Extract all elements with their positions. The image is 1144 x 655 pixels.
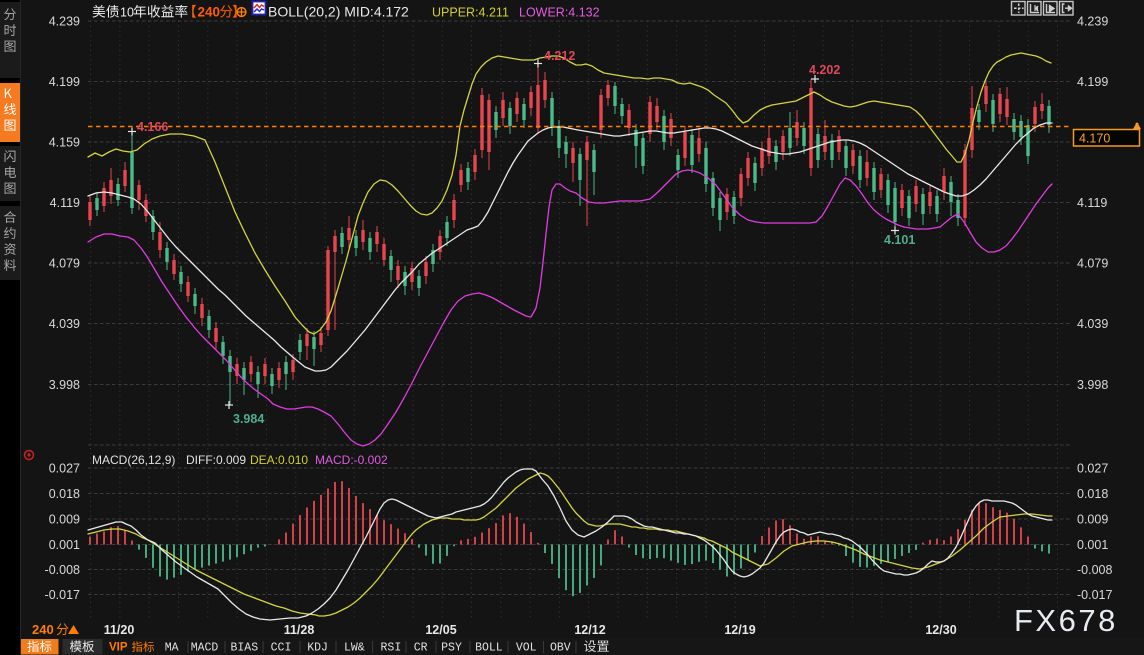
- svg-text:4.159: 4.159: [49, 136, 80, 150]
- svg-text:4.079: 4.079: [1077, 257, 1108, 271]
- svg-text:4.079: 4.079: [49, 257, 80, 271]
- svg-text:0.001: 0.001: [49, 538, 80, 552]
- svg-text:12/12: 12/12: [574, 623, 605, 637]
- svg-text:FX678: FX678: [1014, 603, 1118, 638]
- svg-text:DEA:0.010: DEA:0.010: [250, 453, 308, 467]
- svg-text:0.009: 0.009: [1077, 513, 1108, 527]
- svg-text:0.018: 0.018: [49, 487, 80, 501]
- svg-text:240: 240: [32, 622, 54, 637]
- svg-text:12/30: 12/30: [925, 623, 956, 637]
- svg-text:4.119: 4.119: [50, 196, 80, 210]
- svg-text:4.039: 4.039: [1077, 317, 1108, 331]
- svg-text:DIFF:0.009: DIFF:0.009: [186, 453, 246, 467]
- svg-text:4.202: 4.202: [809, 63, 840, 77]
- svg-text:MACD:-0.002: MACD:-0.002: [315, 453, 388, 467]
- svg-text:11/28: 11/28: [284, 623, 315, 637]
- svg-text:0.027: 0.027: [49, 462, 80, 476]
- svg-text:UPPER:4.211: UPPER:4.211: [432, 6, 509, 20]
- svg-text:-0.008: -0.008: [1077, 563, 1112, 577]
- svg-text:VIP: VIP: [109, 642, 128, 654]
- svg-text:BIAS: BIAS: [230, 642, 258, 655]
- svg-text:4.239: 4.239: [1077, 15, 1108, 29]
- svg-text:4.170: 4.170: [1079, 132, 1110, 146]
- svg-text:LOWER:4.132: LOWER:4.132: [519, 6, 600, 20]
- svg-text:-0.017: -0.017: [45, 588, 80, 602]
- svg-text:4.039: 4.039: [49, 317, 80, 331]
- svg-text:4.199: 4.199: [1077, 75, 1108, 89]
- svg-text:VOL: VOL: [516, 642, 537, 655]
- svg-text:OBV: OBV: [550, 642, 571, 655]
- svg-text:4.119: 4.119: [1077, 196, 1107, 210]
- svg-text:PSY: PSY: [441, 642, 462, 655]
- svg-text:4.101: 4.101: [884, 233, 915, 247]
- svg-text:BOLL: BOLL: [475, 642, 503, 655]
- svg-text:CCI: CCI: [271, 642, 292, 655]
- svg-text:BOLL(20,2) MID:4.172: BOLL(20,2) MID:4.172: [268, 4, 409, 20]
- svg-text:MA: MA: [165, 642, 179, 655]
- svg-text:12/19: 12/19: [724, 623, 755, 637]
- svg-text:4.199: 4.199: [49, 75, 80, 89]
- svg-text:CR: CR: [414, 642, 428, 655]
- svg-text:4.166: 4.166: [137, 120, 168, 134]
- svg-text:0.027: 0.027: [1077, 462, 1108, 476]
- svg-text:MACD: MACD: [191, 642, 219, 655]
- svg-text:KDJ: KDJ: [307, 642, 328, 655]
- svg-text:4.212: 4.212: [544, 49, 575, 63]
- svg-text:0.018: 0.018: [1077, 487, 1108, 501]
- svg-text:3.984: 3.984: [233, 412, 264, 426]
- svg-text:240: 240: [198, 5, 221, 20]
- svg-text:3.998: 3.998: [49, 378, 80, 392]
- svg-text:3.998: 3.998: [1077, 378, 1108, 392]
- svg-text:12/05: 12/05: [425, 623, 456, 637]
- svg-text:RSI: RSI: [381, 642, 402, 655]
- svg-text:0.009: 0.009: [49, 513, 80, 527]
- svg-text:11/20: 11/20: [104, 623, 135, 637]
- svg-text:MACD(26,12,9): MACD(26,12,9): [92, 453, 175, 467]
- svg-text:LW&: LW&: [344, 642, 365, 655]
- svg-text:10: 10: [120, 6, 134, 20]
- svg-text:-0.008: -0.008: [45, 563, 80, 577]
- svg-text:4.239: 4.239: [49, 15, 80, 29]
- svg-text:0.001: 0.001: [1077, 538, 1108, 552]
- svg-text:-0.017: -0.017: [1077, 588, 1112, 602]
